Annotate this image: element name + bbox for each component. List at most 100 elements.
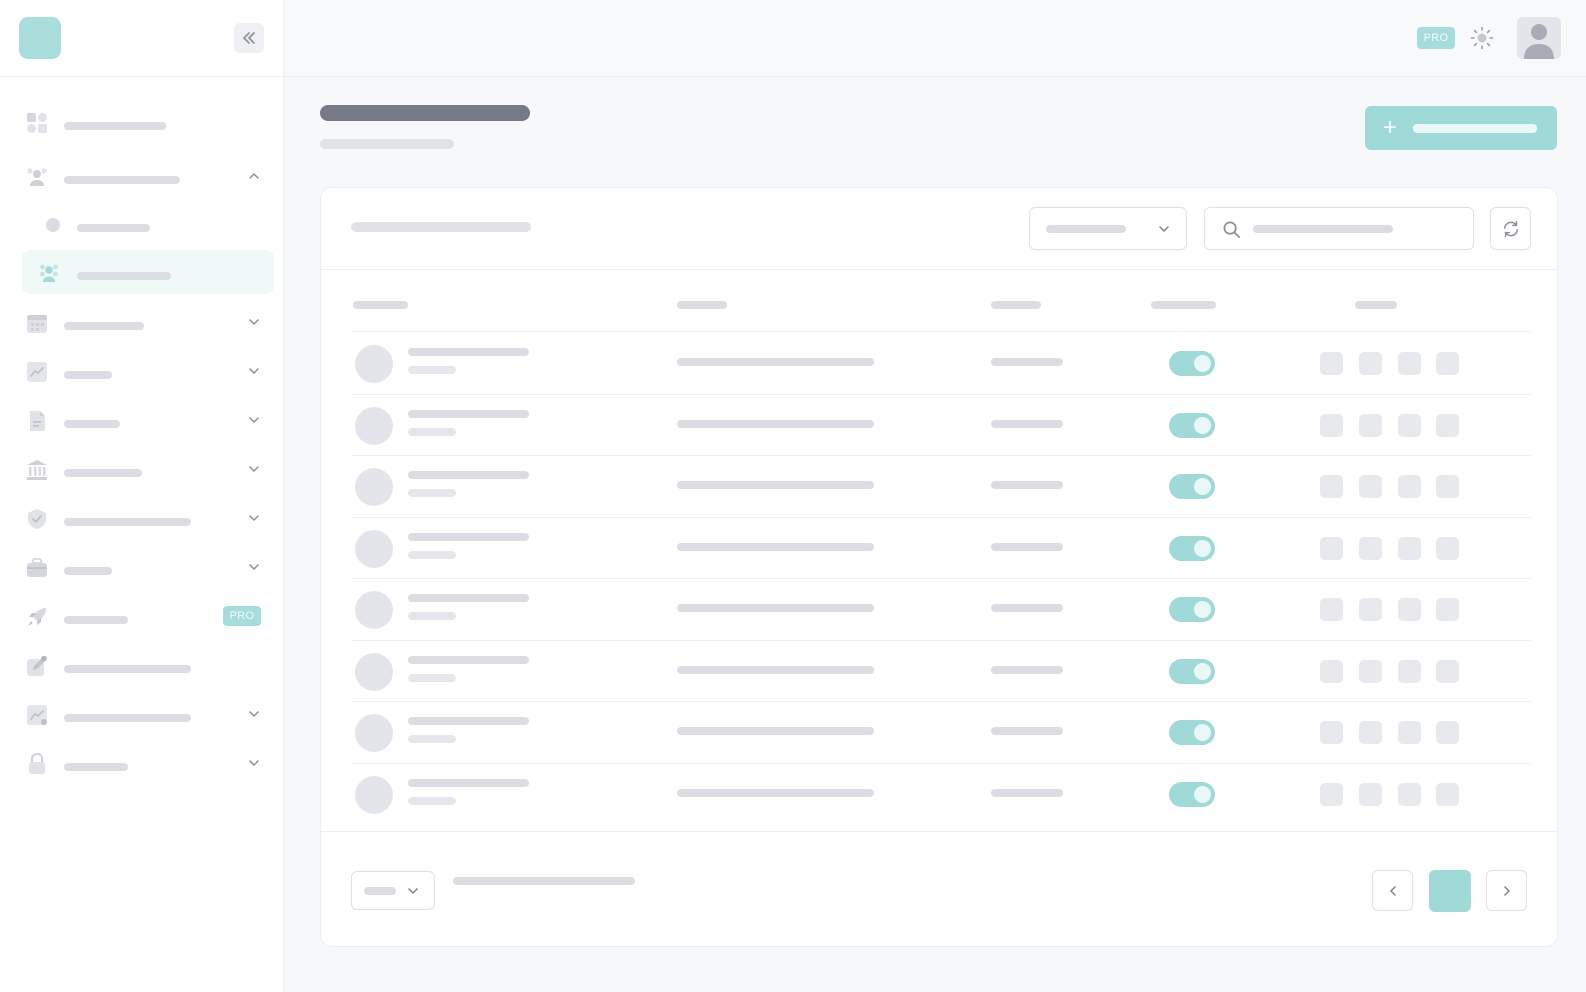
chart-icon: [26, 361, 48, 383]
shield-check-icon: [26, 508, 48, 530]
row-action-view-button[interactable]: [1320, 598, 1343, 621]
row-action-copy-button[interactable]: [1398, 598, 1421, 621]
sidebar-item-users[interactable]: [22, 154, 274, 198]
row-avatar: [355, 468, 393, 506]
row-action-edit-button[interactable]: [1359, 536, 1382, 560]
row-action-copy-button[interactable]: [1398, 413, 1421, 437]
add-new-button[interactable]: +: [1365, 106, 1557, 150]
row-action-copy-button[interactable]: [1398, 536, 1421, 560]
row-action-view-button[interactable]: [1320, 721, 1343, 744]
sidebar-item-dashboard[interactable]: [22, 100, 274, 144]
sidebar-item-label: [64, 322, 144, 330]
sidebar-item-bank[interactable]: [22, 447, 274, 491]
row-action-delete-button[interactable]: [1436, 721, 1459, 744]
row-subtitle: [408, 489, 456, 497]
users-icon: [38, 262, 60, 284]
sidebar-item-documents[interactable]: [22, 398, 274, 442]
row-email: [677, 727, 874, 735]
row-status-toggle[interactable]: [1169, 535, 1215, 561]
row-email: [677, 481, 874, 489]
sidebar-item-label: [64, 420, 120, 428]
table-row[interactable]: [321, 763, 1557, 825]
sidebar-item-edit[interactable]: [22, 643, 274, 687]
row-action-delete-button[interactable]: [1436, 475, 1459, 498]
row-avatar: [355, 652, 393, 691]
sidebar-item-calendar[interactable]: [22, 300, 274, 344]
column-header-name[interactable]: [353, 301, 408, 309]
row-action-delete-button[interactable]: [1436, 413, 1459, 437]
row-action-view-button[interactable]: [1320, 475, 1343, 498]
row-action-copy-button[interactable]: [1398, 352, 1421, 375]
row-status-toggle[interactable]: [1169, 658, 1215, 684]
row-action-delete-button[interactable]: [1436, 782, 1459, 806]
sidebar-item-lock[interactable]: [22, 741, 274, 785]
sidebar-subitem-users-list[interactable]: [22, 202, 274, 246]
row-status-toggle[interactable]: [1169, 720, 1215, 745]
header-pro-badge[interactable]: PRO: [1417, 27, 1455, 49]
table-row[interactable]: [321, 578, 1557, 640]
row-action-delete-button[interactable]: [1436, 352, 1459, 375]
row-role: [991, 604, 1063, 612]
row-action-edit-button[interactable]: [1359, 598, 1382, 621]
user-avatar[interactable]: [1517, 17, 1561, 59]
page-size-select[interactable]: [351, 871, 435, 910]
table-row[interactable]: [321, 701, 1557, 763]
search-input[interactable]: [1204, 207, 1474, 250]
row-action-copy-button[interactable]: [1398, 782, 1421, 806]
row-action-view-button[interactable]: [1320, 536, 1343, 560]
collapse-sidebar-button[interactable]: [234, 23, 264, 53]
row-action-edit-button[interactable]: [1359, 782, 1382, 806]
sidebar-item-security[interactable]: [22, 496, 274, 540]
table-row[interactable]: [321, 394, 1557, 456]
table-row[interactable]: [321, 455, 1557, 517]
row-action-copy-button[interactable]: [1398, 721, 1421, 744]
row-name: [408, 655, 529, 664]
next-page-button[interactable]: [1486, 870, 1527, 911]
row-status-toggle[interactable]: [1169, 351, 1215, 376]
row-action-view-button[interactable]: [1320, 782, 1343, 806]
theme-toggle-sun-icon[interactable]: [1470, 26, 1494, 50]
refresh-button[interactable]: [1490, 207, 1531, 250]
current-page-button[interactable]: [1429, 870, 1471, 912]
sidebar-item-analytics[interactable]: [22, 349, 274, 393]
row-name: [408, 717, 529, 725]
filter-select[interactable]: [1029, 207, 1187, 250]
row-action-edit-button[interactable]: [1359, 721, 1382, 744]
sidebar-subitem-users-active[interactable]: [22, 250, 274, 294]
row-status-toggle[interactable]: [1169, 412, 1215, 438]
toggle-knob: [1194, 355, 1211, 372]
column-header-email[interactable]: [677, 301, 727, 309]
table-row[interactable]: [321, 517, 1557, 579]
row-status-toggle[interactable]: [1169, 474, 1215, 499]
column-header-actions[interactable]: [1355, 301, 1397, 309]
divider: [321, 831, 1557, 832]
pagination-summary: [453, 877, 635, 885]
app-logo[interactable]: [19, 17, 61, 59]
table-row[interactable]: [321, 640, 1557, 702]
previous-page-button[interactable]: [1372, 870, 1413, 911]
row-action-edit-button[interactable]: [1359, 475, 1382, 498]
rocket-icon: [26, 606, 48, 628]
row-action-edit-button[interactable]: [1359, 413, 1382, 437]
row-action-view-button[interactable]: [1320, 659, 1343, 683]
row-action-delete-button[interactable]: [1436, 659, 1459, 683]
table-row[interactable]: [321, 332, 1557, 394]
column-header-status[interactable]: [1151, 301, 1216, 309]
row-action-view-button[interactable]: [1320, 352, 1343, 375]
chevron-left-icon: [1389, 885, 1396, 896]
row-action-edit-button[interactable]: [1359, 659, 1382, 683]
column-header-role[interactable]: [991, 301, 1041, 309]
row-status-toggle[interactable]: [1169, 597, 1215, 622]
row-status-toggle[interactable]: [1169, 781, 1215, 807]
row-avatar: [355, 529, 393, 568]
sidebar-item-reports[interactable]: [22, 692, 274, 736]
row-action-copy-button[interactable]: [1398, 475, 1421, 498]
sidebar-item-jobs[interactable]: [22, 545, 274, 589]
sidebar-item-launch[interactable]: PRO: [22, 594, 274, 638]
row-action-view-button[interactable]: [1320, 413, 1343, 437]
row-action-delete-button[interactable]: [1436, 536, 1459, 560]
row-action-copy-button[interactable]: [1398, 659, 1421, 683]
row-action-delete-button[interactable]: [1436, 598, 1459, 621]
edit-icon: [26, 655, 48, 677]
row-action-edit-button[interactable]: [1359, 352, 1382, 375]
